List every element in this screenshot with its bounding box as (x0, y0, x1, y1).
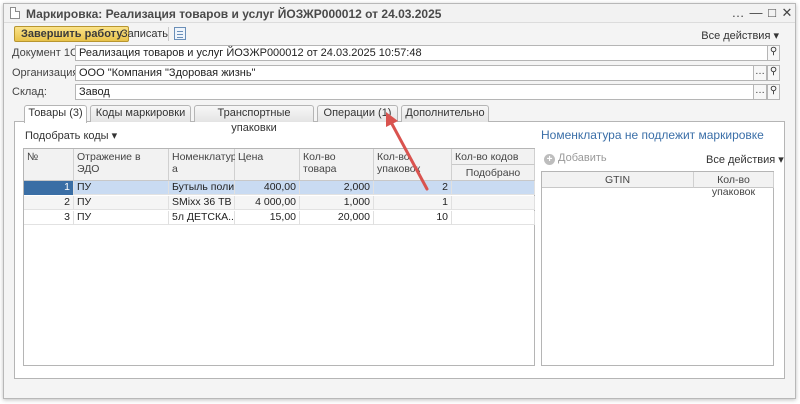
annotation-arrow (386, 112, 429, 191)
